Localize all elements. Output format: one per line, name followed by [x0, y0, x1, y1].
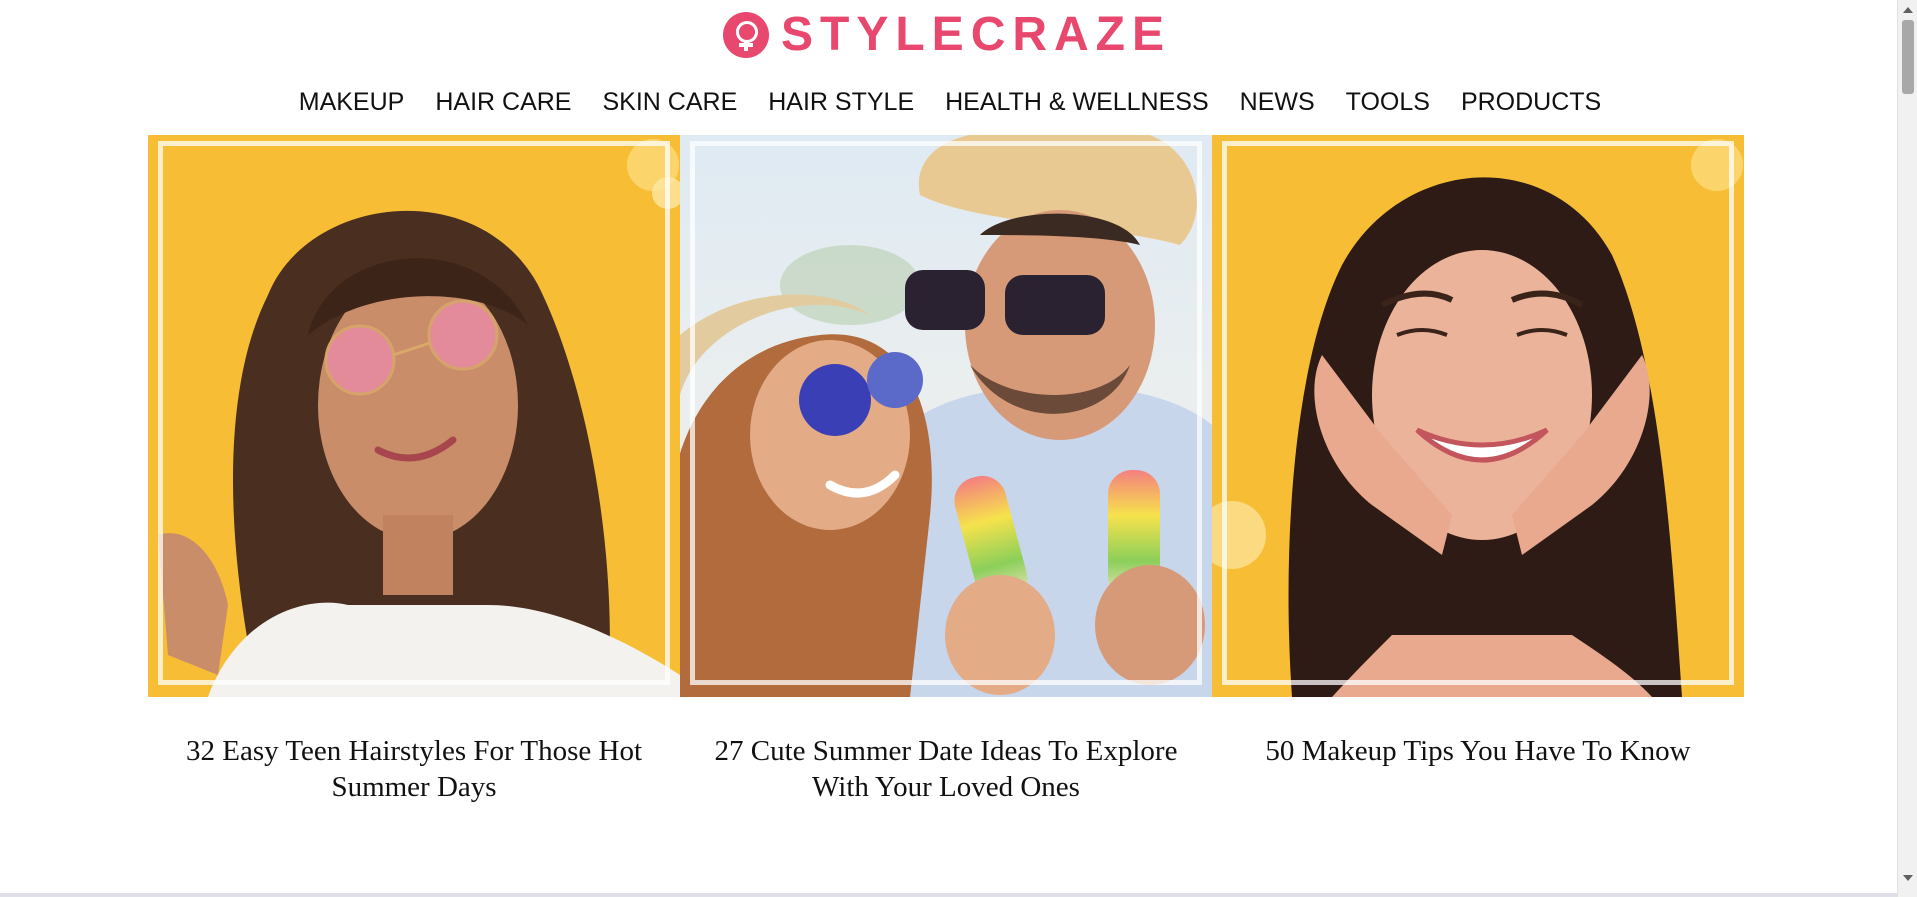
page-bottom-edge: [0, 893, 1897, 897]
scrollbar-thumb[interactable]: [1902, 20, 1914, 94]
article-title[interactable]: 32 Easy Teen Hairstyles For Those Hot Su…: [148, 733, 680, 805]
makeup-tips-photo[interactable]: [1212, 135, 1744, 697]
article-card[interactable]: 32 Easy Teen Hairstyles For Those Hot Su…: [148, 135, 680, 805]
female-symbol-icon: [723, 12, 769, 58]
logo-text: STYLECRAZE: [781, 8, 1172, 61]
nav-item-makeup[interactable]: MAKEUP: [299, 88, 405, 117]
article-card[interactable]: 27 Cute Summer Date Ideas To Explore Wit…: [680, 135, 1212, 805]
main-nav: MAKEUP HAIR CARE SKIN CARE HAIR STYLE HE…: [280, 88, 1620, 117]
summer-date-photo[interactable]: [680, 135, 1212, 697]
scroll-up-arrow-icon[interactable]: [1903, 7, 1913, 13]
page: STYLECRAZE MAKEUP HAIR CARE SKIN CARE HA…: [0, 0, 1897, 897]
site-logo[interactable]: STYLECRAZE: [723, 8, 1172, 61]
vertical-scrollbar[interactable]: [1897, 0, 1917, 897]
nav-item-products[interactable]: PRODUCTS: [1461, 88, 1601, 117]
scroll-down-arrow-icon[interactable]: [1903, 875, 1913, 881]
nav-item-health-wellness[interactable]: HEALTH & WELLNESS: [945, 88, 1209, 117]
teen-hairstyle-photo[interactable]: [148, 135, 680, 697]
nav-item-hair-care[interactable]: HAIR CARE: [435, 88, 571, 117]
article-grid: 32 Easy Teen Hairstyles For Those Hot Su…: [148, 135, 1745, 805]
nav-item-news[interactable]: NEWS: [1240, 88, 1315, 117]
nav-item-hair-style[interactable]: HAIR STYLE: [768, 88, 914, 117]
nav-item-skin-care[interactable]: SKIN CARE: [602, 88, 737, 117]
article-title[interactable]: 27 Cute Summer Date Ideas To Explore Wit…: [680, 733, 1212, 805]
nav-item-tools[interactable]: TOOLS: [1346, 88, 1430, 117]
article-title[interactable]: 50 Makeup Tips You Have To Know: [1212, 733, 1744, 769]
article-card[interactable]: 50 Makeup Tips You Have To Know: [1212, 135, 1744, 805]
